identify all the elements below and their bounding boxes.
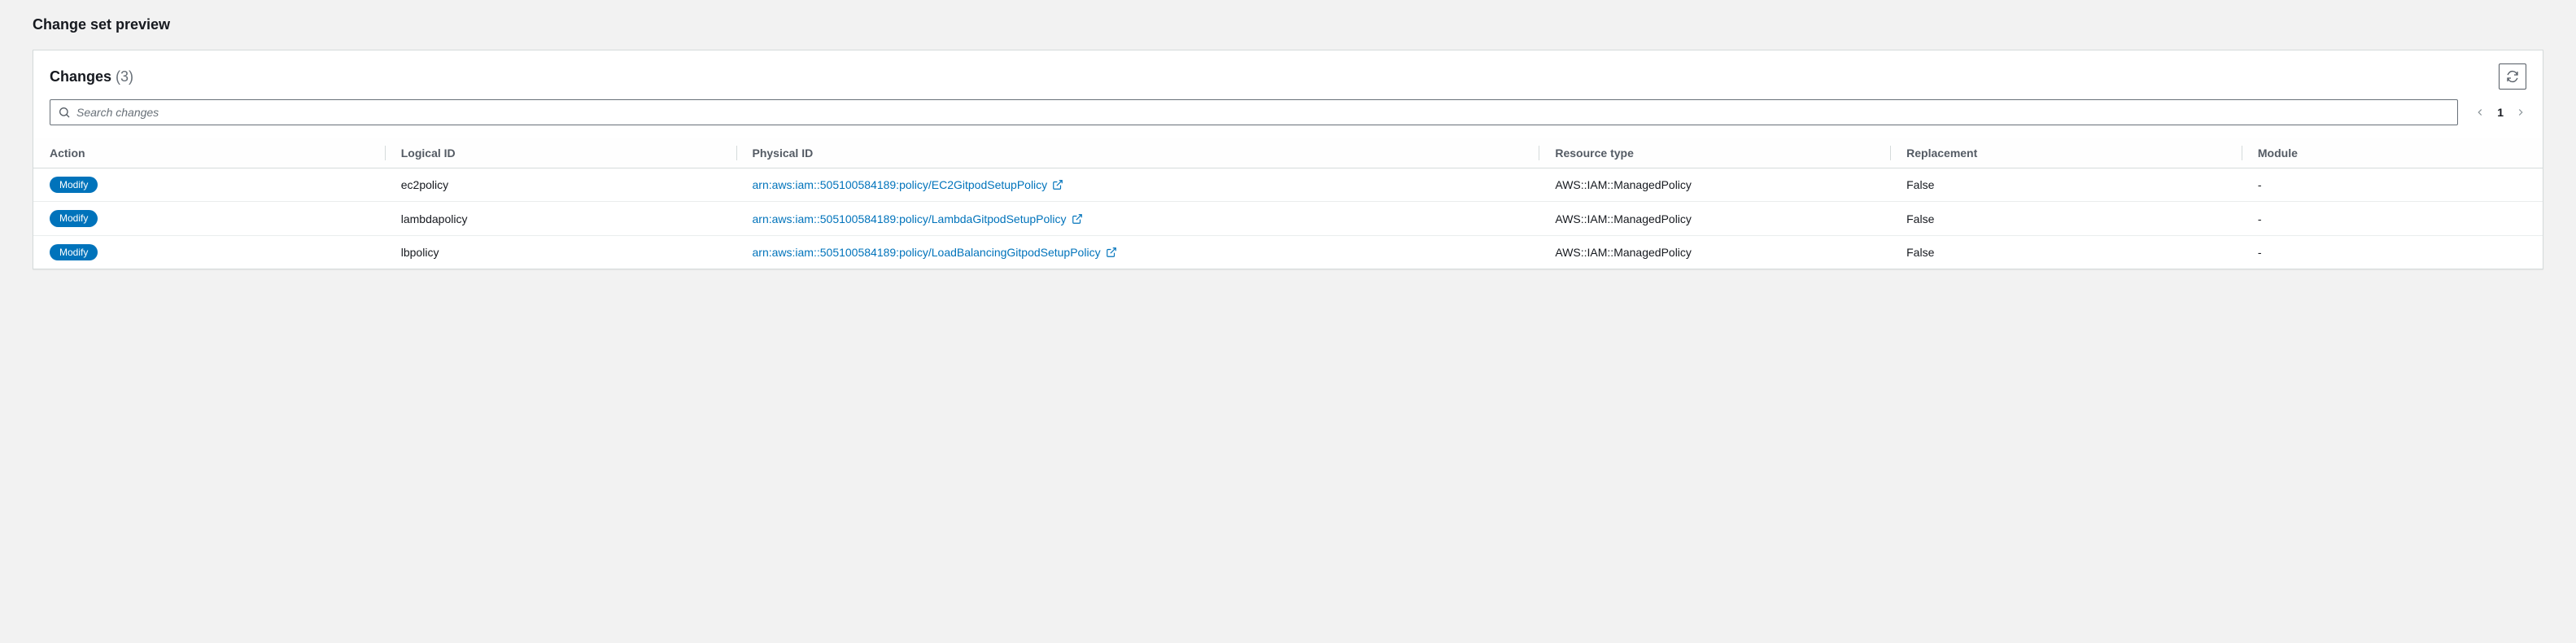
cell-replacement: False: [1890, 168, 2242, 202]
col-action[interactable]: Action: [33, 138, 385, 168]
changes-panel: Changes (3) 1: [33, 50, 2543, 269]
external-link-icon: [1106, 247, 1117, 258]
cell-logical-id: lambdapolicy: [385, 202, 736, 235]
search-input[interactable]: [50, 99, 2458, 125]
next-page-button[interactable]: [2515, 107, 2526, 118]
table-row: Modify ec2policy arn:aws:iam::505100584189…: [33, 168, 2543, 202]
physical-id-link[interactable]: arn:aws:iam::505100584189:policy/LoadBal…: [753, 246, 1117, 259]
pagination: 1: [2474, 106, 2526, 119]
action-badge: Modify: [50, 244, 98, 260]
chevron-right-icon: [2515, 107, 2526, 118]
cell-physical-id: arn:aws:iam::505100584189:policy/LoadBal…: [736, 235, 1539, 269]
refresh-icon: [2506, 70, 2519, 83]
action-badge: Modify: [50, 177, 98, 193]
search-wrap: [50, 99, 2458, 125]
physical-id-text: arn:aws:iam::505100584189:policy/LambdaG…: [753, 212, 1067, 225]
cell-replacement: False: [1890, 235, 2242, 269]
physical-id-text: arn:aws:iam::505100584189:policy/EC2Gitp…: [753, 178, 1048, 191]
page-current: 1: [2497, 106, 2504, 119]
cell-resource-type: AWS::IAM::ManagedPolicy: [1539, 202, 1890, 235]
cell-module: -: [2242, 168, 2543, 202]
cell-resource-type: AWS::IAM::ManagedPolicy: [1539, 235, 1890, 269]
chevron-left-icon: [2474, 107, 2486, 118]
panel-title-text: Changes: [50, 68, 111, 85]
cell-replacement: False: [1890, 202, 2242, 235]
external-link-icon: [1052, 179, 1063, 190]
col-logical-id[interactable]: Logical ID: [385, 138, 736, 168]
changes-table: Action Logical ID Physical ID Resource t…: [33, 138, 2543, 269]
col-replacement[interactable]: Replacement: [1890, 138, 2242, 168]
cell-logical-id: ec2policy: [385, 168, 736, 202]
col-physical-id[interactable]: Physical ID: [736, 138, 1539, 168]
panel-count: (3): [116, 68, 133, 85]
search-icon: [58, 106, 71, 119]
physical-id-text: arn:aws:iam::505100584189:policy/LoadBal…: [753, 246, 1101, 259]
cell-action: Modify: [33, 202, 385, 235]
physical-id-link[interactable]: arn:aws:iam::505100584189:policy/LambdaG…: [753, 212, 1083, 225]
page-title: Change set preview: [33, 16, 2543, 33]
cell-module: -: [2242, 235, 2543, 269]
cell-resource-type: AWS::IAM::ManagedPolicy: [1539, 168, 1890, 202]
cell-action: Modify: [33, 235, 385, 269]
cell-logical-id: lbpolicy: [385, 235, 736, 269]
physical-id-link[interactable]: arn:aws:iam::505100584189:policy/EC2Gitp…: [753, 178, 1064, 191]
table-row: Modify lambdapolicy arn:aws:iam::505100584…: [33, 202, 2543, 235]
cell-physical-id: arn:aws:iam::505100584189:policy/LambdaG…: [736, 202, 1539, 235]
action-badge: Modify: [50, 210, 98, 226]
controls-row: 1: [33, 99, 2543, 138]
table-header-row: Action Logical ID Physical ID Resource t…: [33, 138, 2543, 168]
cell-action: Modify: [33, 168, 385, 202]
cell-physical-id: arn:aws:iam::505100584189:policy/EC2Gitp…: [736, 168, 1539, 202]
prev-page-button[interactable]: [2474, 107, 2486, 118]
table-row: Modify lbpolicy arn:aws:iam::505100584189:…: [33, 235, 2543, 269]
col-resource-type[interactable]: Resource type: [1539, 138, 1890, 168]
external-link-icon: [1072, 213, 1083, 225]
panel-title: Changes (3): [50, 68, 133, 85]
cell-module: -: [2242, 202, 2543, 235]
panel-header: Changes (3): [33, 50, 2543, 99]
col-module[interactable]: Module: [2242, 138, 2543, 168]
refresh-button[interactable]: [2499, 63, 2526, 90]
